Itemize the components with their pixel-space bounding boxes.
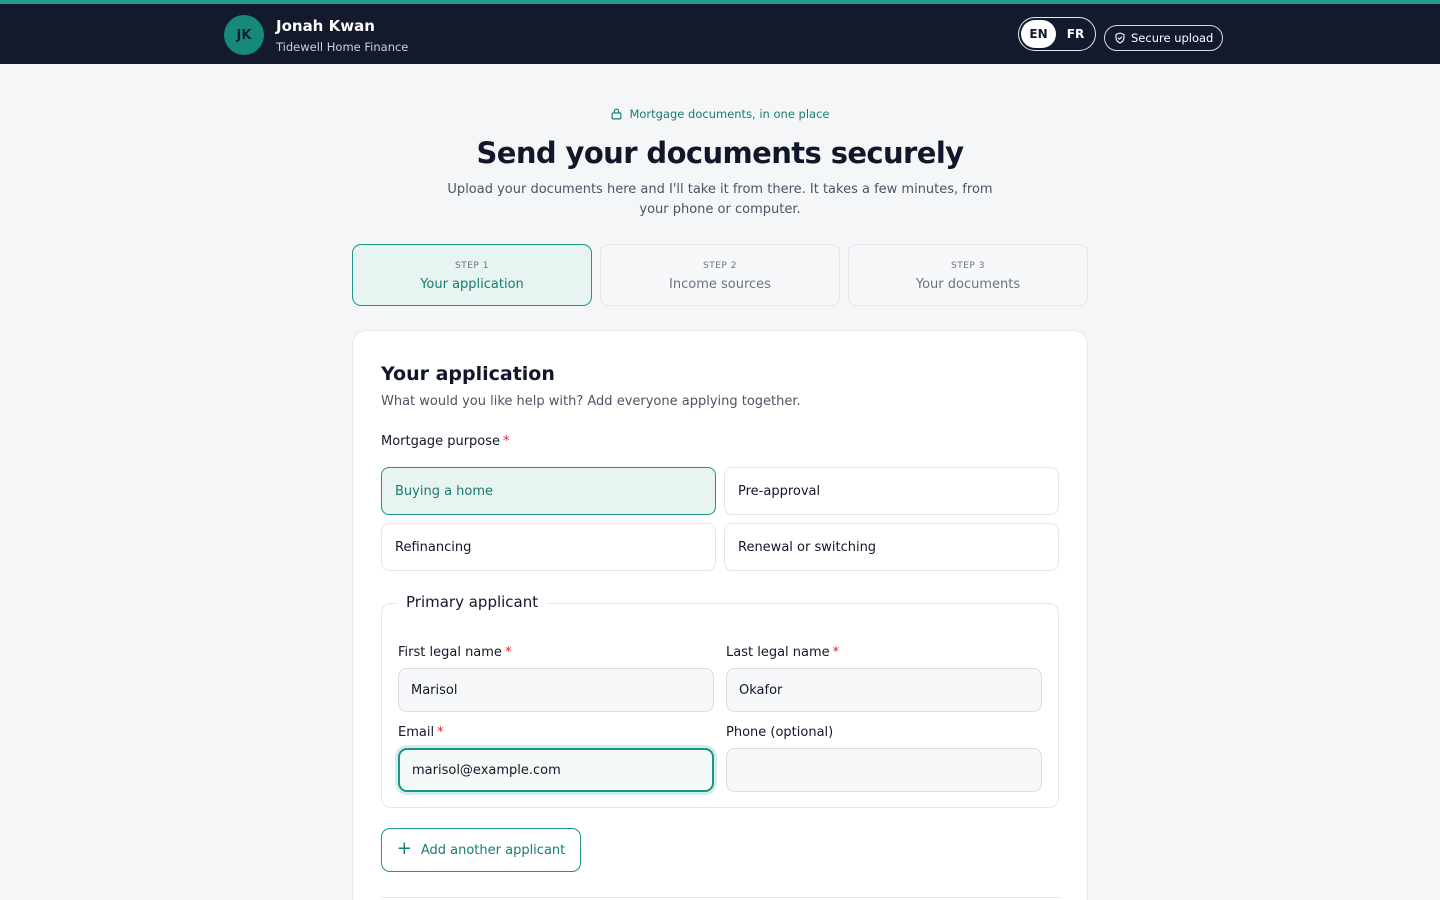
primary-applicant-fieldset: Primary applicant First legal name* Last… [381, 593, 1059, 808]
language-toggle: EN FR [1018, 17, 1096, 51]
mortgage-purpose-label-text: Mortgage purpose [381, 434, 501, 449]
primary-applicant-legend: Primary applicant [396, 593, 549, 611]
first-name-label-text: First legal name [398, 645, 502, 660]
step-number: STEP 2 [703, 261, 737, 271]
avatar: JK [224, 15, 264, 55]
secure-upload-badge: Secure upload [1104, 25, 1224, 51]
plus-icon: + [396, 838, 412, 859]
email-label: Email * [398, 725, 444, 740]
required-marker: * [437, 725, 444, 740]
application-card: Your application What would you like hel… [352, 330, 1088, 900]
last-name-input[interactable] [726, 668, 1042, 712]
required-marker: * [504, 645, 512, 660]
step-tab-income[interactable]: STEP 2 Income sources [600, 244, 840, 306]
top-bar: JK Jonah Kwan Tidewell Home Finance EN F… [0, 0, 1440, 64]
required-marker: * [832, 645, 840, 660]
step-number: STEP 1 [455, 261, 489, 271]
required-marker: * [503, 434, 510, 449]
step-label: Your documents [915, 277, 1021, 292]
divider [381, 897, 1061, 898]
add-applicant-button[interactable]: + Add another applicant [381, 828, 581, 872]
mortgage-purpose-label: Mortgage purpose * [381, 434, 510, 449]
last-name-label: Last legal name * [726, 645, 839, 660]
email-input[interactable] [398, 748, 714, 792]
add-applicant-label: Add another applicant [420, 842, 566, 858]
first-name-input[interactable] [398, 668, 714, 712]
email-label-text: Email [398, 725, 435, 740]
card-title: Your application [381, 363, 555, 385]
secure-upload-label: Secure upload [1131, 31, 1214, 45]
card-subtitle: What would you like help with? Add every… [381, 394, 801, 409]
purpose-option-buying[interactable]: Buying a home [381, 467, 716, 515]
step-tab-application[interactable]: STEP 1 Your application [352, 244, 592, 306]
step-tabs: STEP 1 Your application STEP 2 Income so… [352, 244, 1088, 306]
language-fr-button[interactable]: FR [1058, 20, 1093, 48]
last-name-label-text: Last legal name [726, 645, 830, 660]
phone-label: Phone (optional) [726, 725, 834, 740]
page-subtitle: Upload your documents here and I'll take… [447, 182, 993, 217]
step-number: STEP 3 [951, 261, 985, 271]
purpose-option-renewal[interactable]: Renewal or switching [724, 523, 1059, 571]
page-title: Send your documents securely [476, 136, 965, 170]
step-tab-documents[interactable]: STEP 3 Your documents [848, 244, 1088, 306]
purpose-option-preapproval[interactable]: Pre-approval [724, 467, 1059, 515]
user-name: Jonah Kwan [276, 17, 375, 35]
language-en-button[interactable]: EN [1021, 20, 1056, 48]
step-label: Your application [420, 277, 524, 292]
step-label: Income sources [669, 277, 771, 292]
eyebrow-text: Mortgage documents, in one place [629, 107, 830, 121]
phone-input[interactable] [726, 748, 1042, 792]
purpose-option-refinancing[interactable]: Refinancing [381, 523, 716, 571]
shield-check-icon [1115, 32, 1125, 44]
first-name-label: First legal name * [398, 645, 511, 660]
eyebrow: Mortgage documents, in one place [0, 107, 1440, 121]
lock-icon [612, 108, 622, 120]
user-organization: Tidewell Home Finance [276, 40, 409, 54]
